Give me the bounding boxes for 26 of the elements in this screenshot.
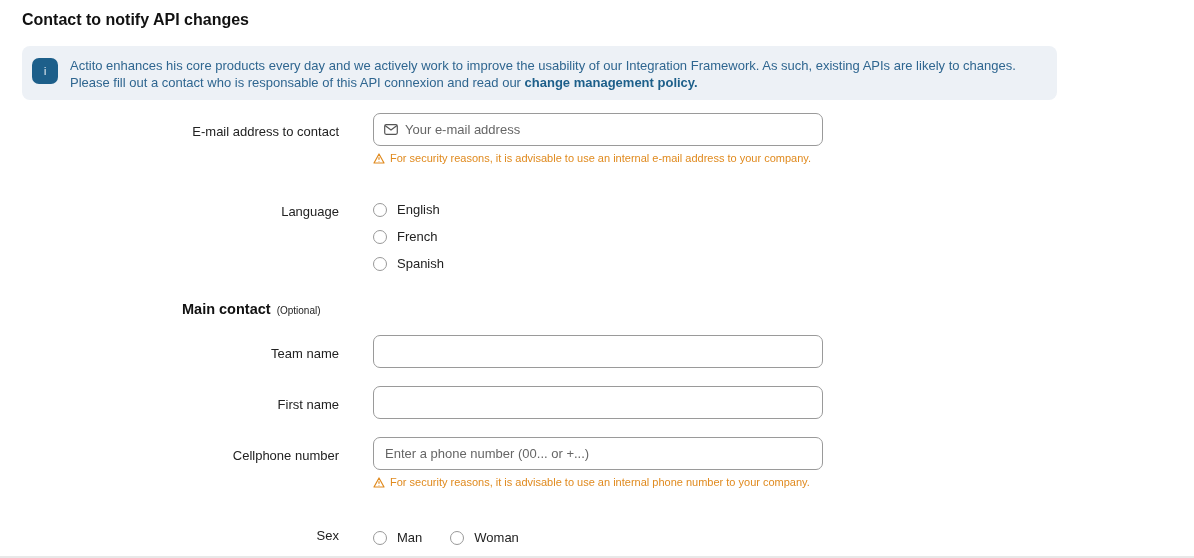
mail-icon — [384, 124, 398, 135]
radio-option[interactable]: Woman — [450, 530, 519, 545]
field-label: Language — [281, 203, 339, 221]
info-text: Actito enhances his core products every day and we actively work to improve the usability of our Integration Framework. As such, existing APIs are likely to changes. Please fill out a contact who is responsable of this API connexion and read our change management policy. — [70, 57, 1017, 91]
input-field[interactable] — [373, 335, 823, 368]
input-field[interactable] — [373, 386, 823, 419]
input-field[interactable]: Enter a phone number (00... or +...) — [373, 437, 823, 470]
warning-text: For security reasons, it is advisable to use an internal phone number to your company. — [390, 476, 810, 488]
radio-option[interactable]: English — [373, 202, 833, 217]
radio-option[interactable]: Man — [373, 530, 423, 545]
section-title: Contact to notify API changes — [22, 11, 250, 29]
input-field[interactable]: Your e-mail address — [373, 113, 823, 146]
field-label: Cellphone number — [232, 447, 339, 465]
field-label: Team name — [271, 345, 339, 363]
warning-text: For security reasons, it is advisable to use an internal e-mail address to your company. — [390, 152, 812, 164]
radio-option[interactable]: French — [373, 229, 833, 244]
optional-note: (Optional) — [276, 305, 321, 316]
field-label: E-mail address to contact — [192, 123, 339, 141]
radio-option[interactable]: Spanish — [373, 256, 833, 271]
policy-link[interactable]: change management policy. — [524, 75, 698, 90]
warning-icon — [373, 476, 385, 488]
field-label: First name — [277, 396, 339, 414]
field-label: Sex — [316, 527, 339, 545]
warning-icon — [373, 152, 385, 164]
info-icon: i — [32, 58, 58, 84]
section-heading: Main contact — [182, 301, 271, 317]
